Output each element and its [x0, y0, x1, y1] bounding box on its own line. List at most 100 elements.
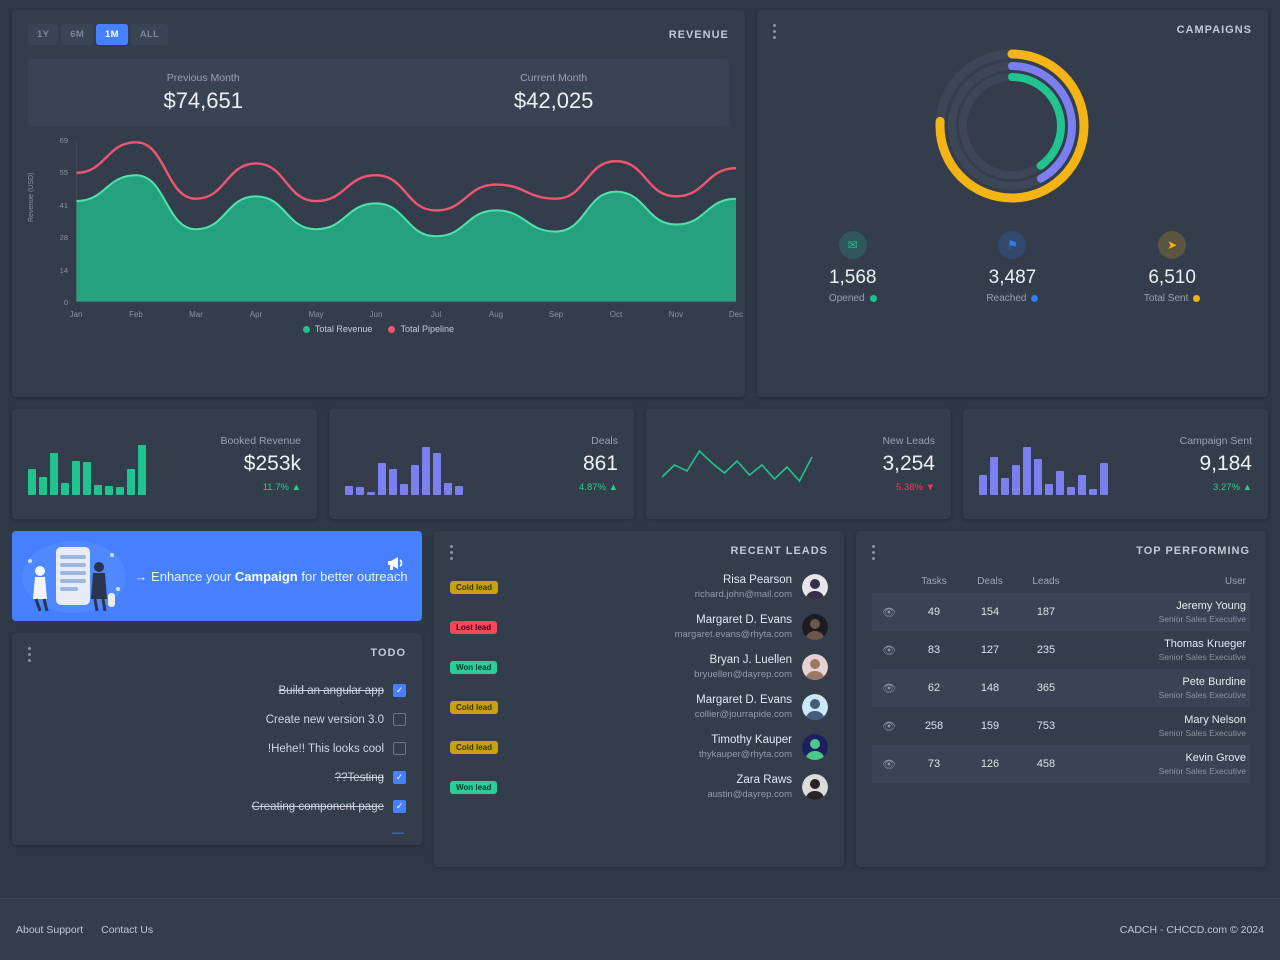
todo-item[interactable]: !Hehe!! This looks cool — [28, 734, 406, 763]
todo-item[interactable]: Creating component page ✓ — [28, 792, 406, 821]
spark-bar — [433, 453, 441, 495]
kpi-card: Campaign Sent 9,184 3.27% ▲ — [963, 409, 1268, 519]
range-buttons: 1Y 6M 1M ALL — [28, 24, 169, 45]
todo-menu-icon[interactable] — [28, 647, 31, 662]
lead-name: Margaret D. Evans — [696, 614, 792, 626]
kpi-card: New Leads 3,254 5.38% ▼ — [646, 409, 951, 519]
view-eye-icon[interactable]: 👁 — [872, 745, 906, 783]
lead-row[interactable]: Lost lead Margaret D. Evans margaret.evans… — [450, 614, 828, 640]
spark-bar — [61, 483, 69, 495]
kpi-sparkline — [662, 433, 832, 495]
leads-cell: 365 — [1018, 669, 1074, 707]
view-eye-icon[interactable]: 👁 — [872, 593, 906, 631]
leads-cell: 753 — [1036, 720, 1056, 732]
kpi-line-spark — [662, 449, 813, 483]
todo-checkbox[interactable]: ✓ — [393, 800, 406, 813]
lead-email: margaret.evans@rhyta.com — [674, 629, 792, 640]
lead-row[interactable]: Won lead Bryan J. Luellen bryuellen@dayrep… — [450, 654, 828, 680]
revenue-chart: Revenue (USD) 0 14 28 41 55 69 Jan Feb Mar Apr Ma… — [28, 136, 743, 345]
lead-name: Risa Pearson — [722, 574, 792, 586]
view-eye-icon[interactable]: 👁 — [872, 707, 906, 745]
banner-illustration — [12, 531, 132, 621]
campaigns-menu-icon[interactable] — [772, 24, 776, 39]
table-row[interactable]: 👁 49 154 187 Jeremy Young Senior Sales Execut… — [872, 593, 1250, 631]
table-row[interactable]: 👁 62 148 365 Pete Burdine Senior Sales Execut… — [872, 669, 1250, 707]
todo-checkbox[interactable]: ✓ — [393, 684, 406, 697]
top-performing-card: TOP PERFORMING Tasks Deals Leads User 👁 49 15… — [856, 531, 1266, 867]
kpi-bar-spark — [979, 437, 1108, 495]
spark-bar — [455, 486, 463, 495]
table-column-header: Deals — [977, 576, 1003, 587]
todo-label: Creating component page — [251, 800, 384, 813]
y-tick: 69 — [59, 136, 68, 145]
kpi-delta: 11.7% ▲ — [198, 482, 301, 493]
kpi-card: Booked Revenue $253k 11.7% ▲ — [12, 409, 317, 519]
spark-bar — [1056, 471, 1064, 495]
todo-item[interactable]: ??Testing ✓ — [28, 763, 406, 792]
lead-row[interactable]: Cold lead Margaret D. Evans collier@jourra… — [450, 694, 828, 720]
view-eye-icon[interactable]: 👁 — [872, 631, 906, 669]
kpi-value: 3,254 — [882, 452, 935, 475]
deals-cell: 126 — [962, 745, 1018, 783]
lead-row[interactable]: Won lead Zara Raws austin@dayrep.com — [450, 774, 828, 800]
y-tick: 55 — [59, 168, 68, 178]
user-cell: Mary Nelson Senior Sales Executive — [1074, 707, 1250, 745]
user-role: Senior Sales Executive — [1158, 766, 1246, 776]
kpi-values: Campaign Sent 9,184 3.27% ▲ — [1149, 435, 1252, 493]
range-button-6m[interactable]: 6M — [61, 24, 94, 45]
stat-label: Total Sent — [1143, 293, 1189, 304]
avatar — [802, 734, 828, 760]
campaign-stats: ✉ 1,568 Opened ⚑ 3,487 Reached ➤ 6,510 Total Sen… — [773, 231, 1252, 304]
range-button-1m[interactable]: 1M — [96, 24, 128, 45]
top-performing-menu-icon[interactable] — [872, 545, 875, 560]
kpi-sparkline — [979, 433, 1149, 495]
stat-label-row: Reached — [933, 293, 1093, 304]
footer-link[interactable]: Contact Us — [101, 924, 153, 936]
spark-bar — [94, 485, 102, 495]
spark-bar — [1012, 465, 1020, 495]
y-tick: 14 — [59, 265, 68, 275]
view-eye-icon[interactable]: 👁 — [872, 669, 906, 707]
previous-month-block: Previous Month $74,651 — [28, 72, 378, 114]
range-button-1y[interactable]: 1Y — [28, 24, 59, 45]
lead-name: Timothy Kauper — [711, 734, 792, 746]
todo-item[interactable]: Create new version 3.0 — [28, 705, 406, 734]
lead-row[interactable]: Cold lead Timothy Kauper thykauper@rhyta.c… — [450, 734, 828, 760]
campaign-banner[interactable]: → Enhance your Campaign for better outre… — [12, 531, 422, 621]
lead-name: Margaret D. Evans — [696, 694, 792, 706]
recent-leads-menu-icon[interactable] — [450, 545, 453, 560]
todo-item[interactable]: Build an angular app ✓ — [28, 676, 406, 705]
spark-bar — [378, 463, 386, 495]
donut-chart-svg — [935, 49, 1089, 203]
stat-value: 6,510 — [1148, 267, 1196, 288]
tasks-cell: 62 — [906, 669, 962, 707]
top-row: 1Y 6M 1M ALL REVENUE Previous Month $74,651… — [12, 10, 1268, 397]
todo-more[interactable]: — — [28, 825, 406, 839]
kpi-label: Booked Revenue — [220, 435, 301, 447]
table-row[interactable]: 👁 258 159 753 Mary Nelson Senior Sales Execut… — [872, 707, 1250, 745]
todo-checkbox[interactable] — [393, 742, 406, 755]
spark-bar — [105, 486, 113, 495]
kpi-values: Booked Revenue $253k 11.7% ▲ — [198, 435, 301, 493]
y-tick: 41 — [59, 200, 68, 210]
table-column-header: User — [1224, 576, 1246, 587]
campaigns-card: CAMPAIGNS ✉ 1,568 Opened ⚑ 3,487 Reached ➤ 6,51… — [756, 10, 1268, 397]
avatar — [802, 614, 828, 640]
table-row[interactable]: 👁 73 126 458 Kevin Grove Senior Sales Executi… — [872, 745, 1250, 783]
campaign-stat: ✉ 1,568 Opened — [773, 231, 933, 304]
table-row[interactable]: 👁 83 127 235 Thomas Krueger Senior Sales Exec… — [872, 631, 1250, 669]
footer-link[interactable]: About Support — [16, 924, 83, 936]
range-button-all[interactable]: ALL — [130, 24, 169, 45]
stat-value: 3,487 — [988, 267, 1037, 288]
lead-row[interactable]: Cold lead Risa Pearson richard.john@mail.c… — [450, 574, 828, 600]
user-role: Senior Sales Executive — [1158, 728, 1246, 738]
table-column-header: Leads — [1032, 576, 1060, 587]
todo-label: Build an angular app — [278, 684, 385, 697]
table-body: 👁 49 154 187 Jeremy Young Senior Sales Execut… — [872, 593, 1250, 783]
todo-checkbox[interactable] — [393, 713, 406, 726]
todo-checkbox[interactable]: ✓ — [393, 771, 406, 784]
legend-dot — [388, 325, 396, 333]
current-month-block: Current Month $42,025 — [378, 72, 728, 114]
user-cell: Kevin Grove Senior Sales Executive — [1074, 745, 1250, 783]
table-column-header: Tasks — [921, 576, 947, 587]
